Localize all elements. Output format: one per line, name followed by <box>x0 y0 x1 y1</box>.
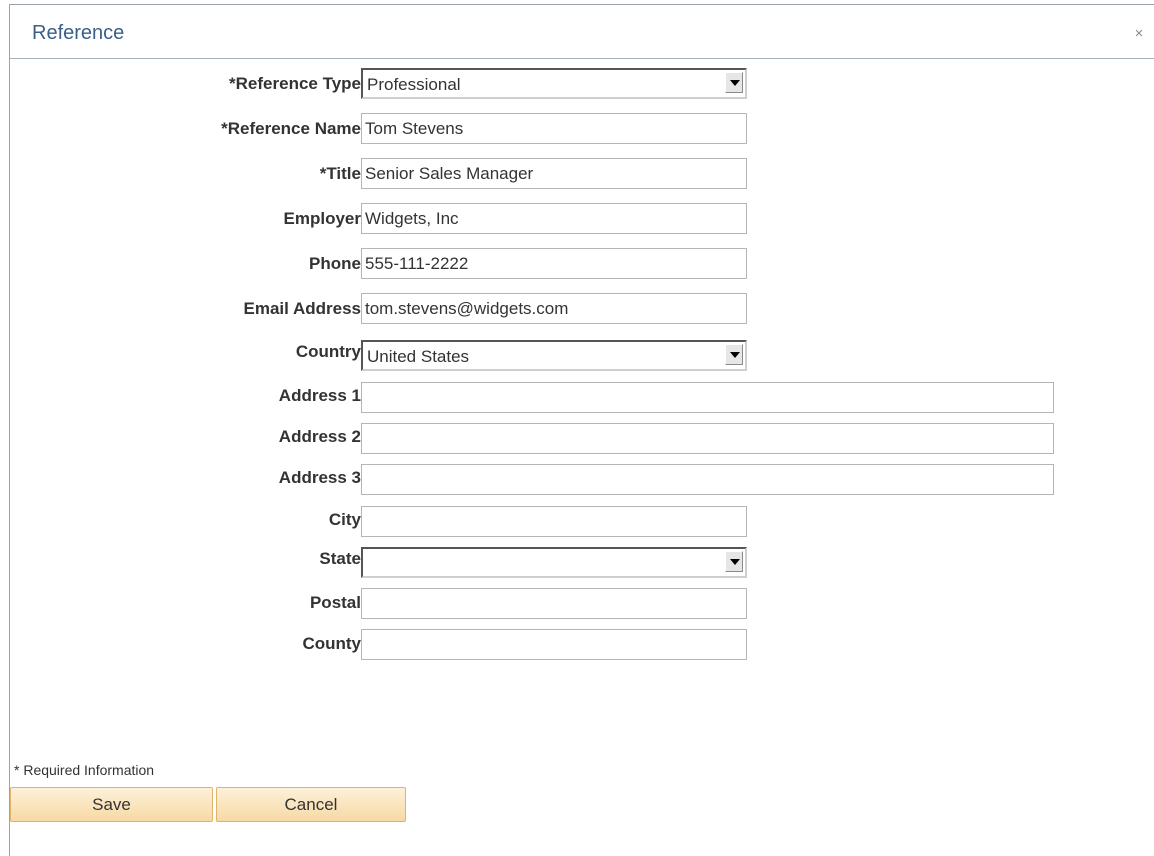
employer-input[interactable]: Widgets, Inc <box>361 203 747 234</box>
employer-label: Employer <box>283 209 361 228</box>
city-label: City <box>328 510 361 529</box>
address1-input[interactable] <box>361 382 1054 413</box>
title-input[interactable]: Senior Sales Manager <box>361 158 747 189</box>
city-input[interactable] <box>361 506 747 537</box>
address3-label: Address 3 <box>278 468 361 487</box>
dialog-title: Reference <box>32 22 125 44</box>
row-employer: Employer Widgets, Inc <box>0 202 760 235</box>
reference-type-label: *Reference Type <box>229 74 361 93</box>
dropdown-arrow-icon[interactable] <box>725 72 743 93</box>
title-label: *Title <box>319 164 361 183</box>
postal-input[interactable] <box>361 588 747 619</box>
row-reference-name: *Reference Name Tom Stevens <box>0 112 760 145</box>
dropdown-arrow-icon[interactable] <box>725 551 743 572</box>
save-button[interactable]: Save <box>10 787 213 822</box>
postal-label: Postal <box>309 593 361 612</box>
row-postal: Postal <box>0 586 760 619</box>
state-select[interactable] <box>361 547 747 578</box>
address2-input[interactable] <box>361 423 1054 454</box>
country-value: United States <box>367 347 470 366</box>
email-input[interactable]: tom.stevens@widgets.com <box>361 293 747 324</box>
reference-type-value: Professional <box>367 75 461 94</box>
dropdown-arrow-icon[interactable] <box>725 344 743 365</box>
row-county: County <box>0 627 760 660</box>
row-city: City <box>0 503 760 537</box>
required-info-note: * Required Information <box>14 762 155 778</box>
reference-name-input[interactable]: Tom Stevens <box>361 113 747 144</box>
address3-input[interactable] <box>361 464 1054 495</box>
state-label: State <box>319 549 361 568</box>
country-select[interactable]: United States <box>361 340 747 371</box>
dialog-titlebar: Reference × <box>10 5 1154 58</box>
row-country: Country United States <box>0 338 760 371</box>
country-label: Country <box>295 342 361 361</box>
row-state: State <box>0 545 760 578</box>
row-address1: Address 1 <box>0 379 1060 413</box>
county-label: County <box>302 634 361 653</box>
reference-name-label: *Reference Name <box>221 119 361 138</box>
row-reference-type: *Reference Type Professional <box>0 67 760 100</box>
row-address3: Address 3 <box>0 461 1060 495</box>
close-icon[interactable]: × <box>1132 26 1146 41</box>
row-phone: Phone 555-111-2222 <box>0 247 760 280</box>
cancel-button[interactable]: Cancel <box>216 787 406 822</box>
row-address2: Address 2 <box>0 420 1060 454</box>
phone-input[interactable]: 555-111-2222 <box>361 248 747 279</box>
address2-label: Address 2 <box>278 427 361 446</box>
county-input[interactable] <box>361 629 747 660</box>
reference-type-select[interactable]: Professional <box>361 68 747 99</box>
row-email: Email Address tom.stevens@widgets.com <box>0 292 760 325</box>
row-title: *Title Senior Sales Manager <box>0 157 760 190</box>
phone-label: Phone <box>309 254 361 273</box>
title-divider <box>10 58 1154 59</box>
address1-label: Address 1 <box>278 386 361 405</box>
email-label: Email Address <box>243 299 361 318</box>
